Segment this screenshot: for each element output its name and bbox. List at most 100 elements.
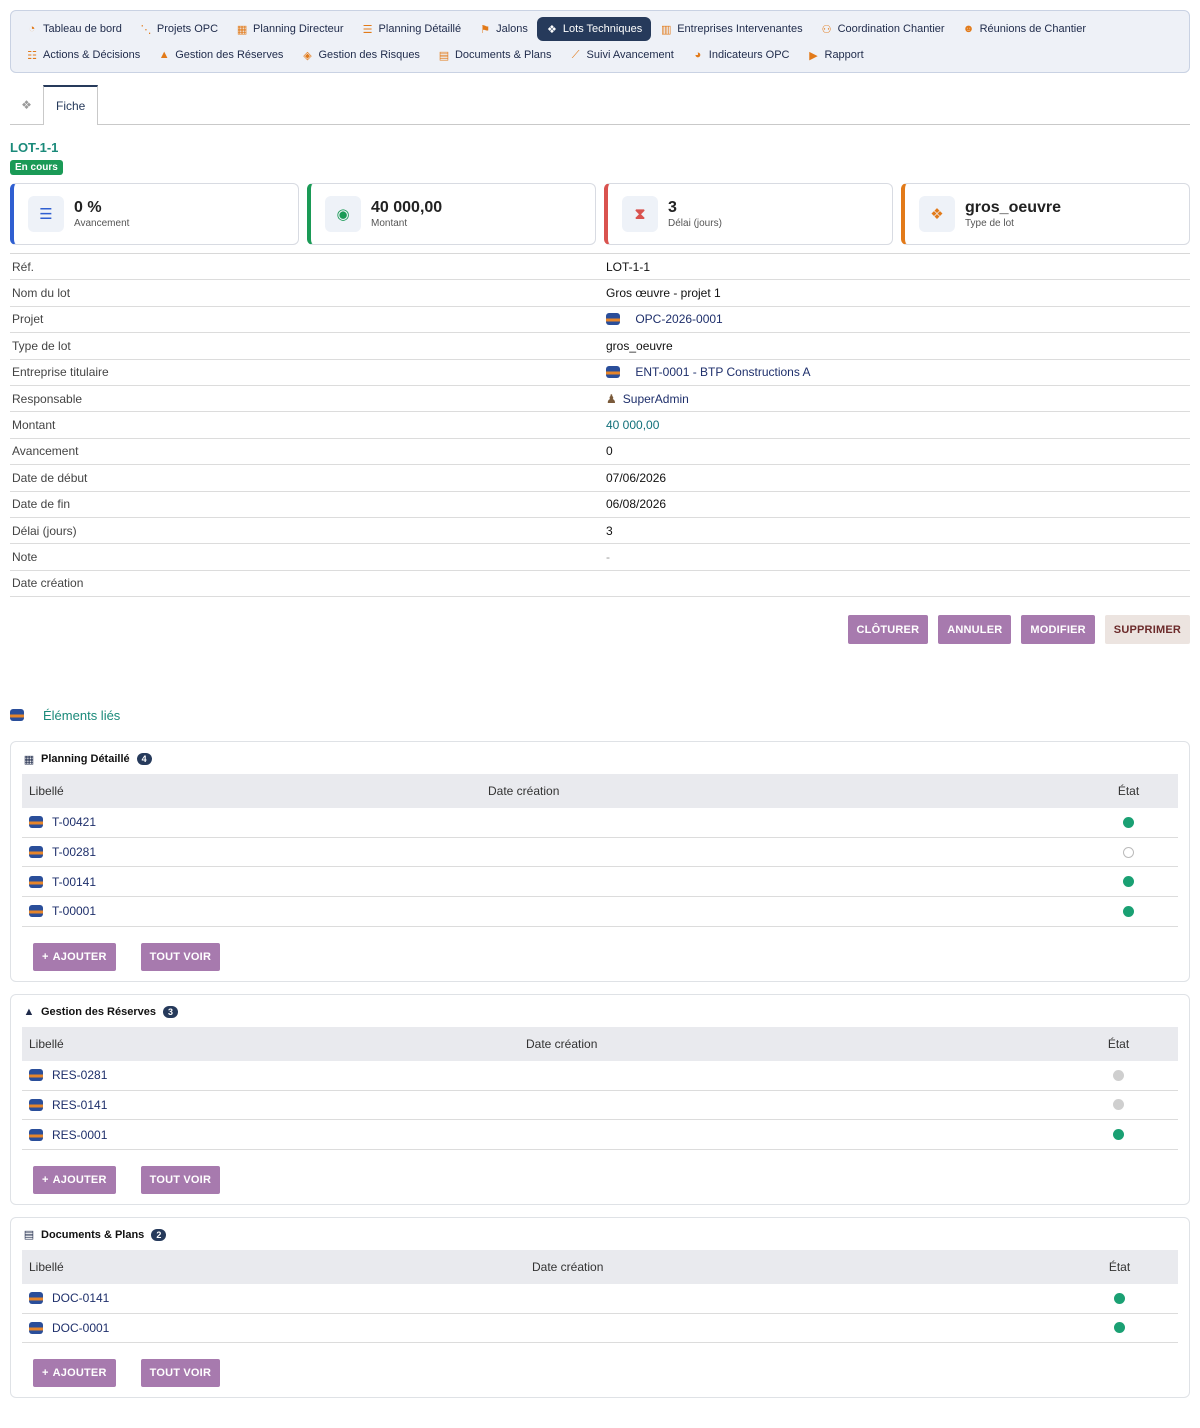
nav-item-tableau-de-bord[interactable]: ◔ Tableau de bord <box>17 17 131 41</box>
delete-button[interactable]: SUPPRIMER <box>1104 615 1190 645</box>
tab-fiche[interactable]: Fiche <box>43 85 99 125</box>
row-label[interactable]: RES-0281 <box>22 1068 526 1082</box>
table-row[interactable]: DOC-0141 <box>22 1284 1178 1314</box>
table-row[interactable]: T-00281 <box>22 838 1178 868</box>
nav-item-gestion-des-risques[interactable]: ◈ Gestion des Risques <box>292 43 429 67</box>
detail-label: Avancement <box>12 444 79 459</box>
view-all-button[interactable]: TOUT VOIR <box>140 1359 221 1388</box>
tasks-icon: ☷ <box>27 49 37 62</box>
boxes-icon[interactable]: ❖ <box>10 86 43 124</box>
state-dot-icon <box>1123 816 1134 828</box>
row-label[interactable]: DOC-0001 <box>22 1321 532 1335</box>
nav-item-gestion-des-reserves[interactable]: ▲ Gestion des Réserves <box>149 43 292 67</box>
table-row[interactable]: T-00141 <box>22 867 1178 898</box>
row-ref[interactable]: DOC-0141 <box>52 1291 109 1305</box>
count-badge: 2 <box>151 1228 167 1241</box>
column-header: État <box>1108 1259 1131 1274</box>
table-row[interactable]: RES-0281 <box>22 1061 1178 1091</box>
detail-value[interactable]: OPC-2026-0001 <box>606 312 1190 326</box>
nav-item-actions-decisions[interactable]: ☷ Actions & Décisions <box>17 43 149 67</box>
row-ref[interactable]: RES-0281 <box>52 1068 107 1082</box>
detail-label: Note <box>12 549 38 564</box>
stat-text: 40 000,00 Montant <box>371 199 442 229</box>
nav-item-entreprises-intervenantes[interactable]: ▥ Entreprises Intervenantes <box>651 17 811 41</box>
cancel-button[interactable]: ANNULER <box>938 615 1012 645</box>
view-all-button[interactable]: TOUT VOIR <box>140 942 221 971</box>
record-actions: CLÔTURER ANNULER MODIFIER SUPPRIMER <box>10 615 1190 645</box>
table-header: Libellé Date création État <box>22 774 1178 809</box>
row-state <box>1040 1099 1197 1111</box>
plus-icon: + <box>42 1367 49 1380</box>
table-row[interactable]: T-00001 <box>22 897 1178 927</box>
record-logo-icon <box>29 1128 43 1141</box>
stat-text: 3 Délai (jours) <box>668 199 722 229</box>
dashboard-icon: ◔ <box>28 23 36 35</box>
top-navigation: ◔ Tableau de bord ⋱ Projets OPC ▦ Planning Di… <box>10 10 1190 73</box>
add-button[interactable]: + AJOUTER <box>33 1359 116 1388</box>
nav-item-coordination-chantier[interactable]: ⚇ Coordination Chantier <box>812 17 954 41</box>
column-header: Date création <box>488 784 560 799</box>
row-label[interactable]: T-00141 <box>22 875 488 889</box>
detail-row: Délai (jours) 3 <box>10 518 1190 545</box>
nav-item-lots-techniques[interactable]: ❖ Lots Techniques <box>536 17 652 41</box>
detail-value: gros_oeuvre <box>606 339 1190 353</box>
user-icon: ♟ <box>606 391 617 406</box>
row-label[interactable]: RES-0001 <box>22 1128 526 1142</box>
nav-item-label: Documents & Plans <box>454 49 552 61</box>
table-row[interactable]: RES-0141 <box>22 1091 1178 1121</box>
nav-item-rapport[interactable]: ▶ Rapport <box>799 43 873 67</box>
row-ref[interactable]: T-00281 <box>52 845 96 859</box>
detail-value[interactable]: ENT-0001 - BTP Constructions A <box>606 365 1190 379</box>
nav-item-suivi-avancement[interactable]: ⟋ Suivi Avancement <box>561 43 683 67</box>
detail-row: Note - <box>10 544 1190 571</box>
nav-item-documents-plans[interactable]: ▤ Documents & Plans <box>429 43 561 67</box>
detail-label: Délai (jours) <box>12 523 77 538</box>
add-button[interactable]: + AJOUTER <box>33 942 116 971</box>
calendar-icon: ▦ <box>236 23 248 36</box>
row-ref[interactable]: DOC-0001 <box>52 1321 109 1335</box>
nav-item-planning-detaille[interactable]: ☰ Planning Détaillé <box>353 17 471 41</box>
row-label[interactable]: RES-0141 <box>22 1098 526 1112</box>
detail-value: 07/06/2026 <box>606 471 1190 485</box>
record-logo-icon <box>29 1098 43 1111</box>
section-title-text: Documents & Plans <box>41 1228 145 1241</box>
nav-item-planning-directeur[interactable]: ▦ Planning Directeur <box>227 17 353 41</box>
nav-item-reunions-de-chantier[interactable]: ☻ Réunions de Chantier <box>954 17 1095 41</box>
detail-label: Type de lot <box>12 338 71 353</box>
section-actions: + AJOUTER TOUT VOIR <box>33 1165 1178 1194</box>
row-ref[interactable]: RES-0001 <box>52 1128 107 1142</box>
row-label[interactable]: DOC-0141 <box>22 1291 532 1305</box>
table-row[interactable]: RES-0001 <box>22 1120 1178 1150</box>
detail-value-text: ENT-0001 - BTP Constructions A <box>635 365 811 380</box>
row-ref[interactable]: T-00421 <box>52 815 96 829</box>
record-logo-icon <box>606 313 620 326</box>
nav-item-jalons[interactable]: ⚑ Jalons <box>470 17 537 41</box>
detail-value-text: LOT-1-1 <box>606 259 651 274</box>
section-title-text: Gestion des Réserves <box>41 1005 156 1018</box>
nav-item-projets-opc[interactable]: ⋱ Projets OPC <box>131 17 227 41</box>
row-ref[interactable]: T-00001 <box>52 904 96 918</box>
detail-row: Avancement 0 <box>10 439 1190 466</box>
pie-chart-icon: ◕ <box>694 49 702 61</box>
detail-value-text: 40 000,00 <box>606 418 660 433</box>
stat-card: ◉ 40 000,00 Montant <box>307 183 596 245</box>
nav-item-label: Projets OPC <box>156 23 219 35</box>
pdf-file-icon: ▤ <box>23 1229 35 1242</box>
add-button[interactable]: + AJOUTER <box>33 1165 116 1194</box>
calendar-icon: ▦ <box>23 753 35 766</box>
boxes-icon: ❖ <box>919 196 955 232</box>
row-label[interactable]: T-00281 <box>22 845 488 859</box>
row-label[interactable]: T-00421 <box>22 815 488 829</box>
row-label[interactable]: T-00001 <box>22 904 488 918</box>
state-dot-icon <box>1113 1129 1124 1141</box>
detail-value-text: OPC-2026-0001 <box>635 312 723 327</box>
nav-item-indicateurs-opc[interactable]: ◕ Indicateurs OPC <box>683 43 799 67</box>
edit-button[interactable]: MODIFIER <box>1021 615 1095 645</box>
view-all-button[interactable]: TOUT VOIR <box>140 1165 221 1194</box>
detail-value[interactable]: ♟ SuperAdmin <box>606 392 1190 406</box>
table-row[interactable]: T-00421 <box>22 808 1178 838</box>
close-button[interactable]: CLÔTURER <box>847 615 929 645</box>
row-ref[interactable]: T-00141 <box>52 875 96 889</box>
table-row[interactable]: DOC-0001 <box>22 1314 1178 1344</box>
row-ref[interactable]: RES-0141 <box>52 1098 107 1112</box>
